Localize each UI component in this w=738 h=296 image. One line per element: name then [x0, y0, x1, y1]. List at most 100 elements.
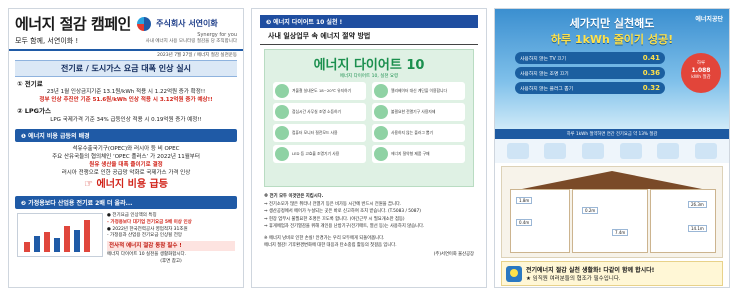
poster-title: 에너지 다이어트 10	[313, 58, 425, 73]
poster-item: 사용하지 않는 플러그 뽑기	[372, 124, 465, 142]
lpg-heading: ② LPG가스	[17, 107, 51, 116]
campaign-page-1: 에너지 절감 캠페인 모두 함께, 서연이화 ! 주식회사 서연이화 Syner…	[8, 8, 244, 288]
measure-tag: 0.4m	[516, 219, 533, 226]
poster-item: 엘리베이터 대신 계단을 이용합니다	[372, 82, 465, 100]
callout-line-2: ★ 임직원 여러분들의 협조가 필수입니다.	[526, 276, 621, 282]
background-line-1: 석유수출국기구(OPEC)와 러시아 등 비 OPEC	[72, 145, 180, 152]
footer-line-1: ※ 에너지 낭비로 인한 손실! 안경가는 우리 모두에게 되돌아옵니다.	[264, 235, 385, 241]
electric-line-2: 정부 인상 추진안 기준 51.6원/kWh 인상 적용 시 3.12억원 증가…	[39, 97, 213, 104]
measure-tag: 26.3m	[688, 201, 707, 208]
company-tagline-2: 사내 에너지 사용 모니터링 절감을 당 조직합니다	[145, 39, 237, 44]
industrial-band: ❷ 가정용보다 산업용 전기료 2배 더 올라...	[15, 196, 237, 210]
page1-header: 에너지 절감 캠페인 모두 함께, 서연이화 ! 주식회사 서연이화 Syner…	[9, 9, 243, 51]
section-title: 전기료 / 도시가스 요금 대폭 인상 실시	[15, 60, 237, 77]
note-1: ● 전기요금 인상액의 특징	[107, 213, 157, 219]
measure-tag: 7.4m	[612, 229, 629, 236]
led-icon	[275, 147, 289, 161]
savings-row: 사용하지 않는 TV 끄기 0.41	[515, 52, 665, 64]
measure-tag: 1.8m	[516, 197, 533, 204]
energy-diet-poster: 에너지 다이어트 10 에너지 다이어트 10, 실천 요령 겨울철 실내온도 …	[264, 49, 474, 187]
diet-badge: ❸ 에너지 다이어트 10 실천 !	[260, 15, 478, 28]
background-band: ❶ 에너지 비용 급등의 배경	[15, 128, 237, 142]
price-chart-image	[17, 213, 103, 258]
measure-tag: 0.2m	[582, 207, 599, 214]
chart-bar	[74, 230, 80, 253]
note-4: - 가정용과 산업용 전기요금 인상될 전망	[107, 233, 183, 239]
rule-item: ⇒ 휴게에업과 전기열감을 위해 개인용 난방기구(전기매트, 열선 등)는 사…	[264, 224, 425, 230]
plug-icon	[582, 143, 605, 159]
thermometer-icon	[275, 84, 289, 98]
poster-item: 에너지 절약형 제품 구매	[372, 145, 465, 163]
rule-item: ※ 전기 모두 이것만은 지킵시다.	[264, 194, 324, 199]
total-savings-bubble: 하루 1.088 kWh 절감	[681, 53, 721, 93]
monitor-icon	[275, 126, 289, 140]
headline-1: 세가지만 실천해도	[569, 17, 655, 30]
tip-icons	[495, 139, 729, 163]
agency-logo: 에너지공단	[695, 16, 723, 23]
rule-item: ⇒ 현장 업무시 불필요한 조명은 끄도록 합니다. (야간근무 시 필요개소만…	[264, 216, 405, 222]
bulb-icon	[544, 143, 567, 159]
campaign-page-2: ❸ 에너지 다이어트 10 실천 ! 사내 일상업무 속 에너지 절약 방법 에…	[251, 8, 487, 288]
poster-subtitle: 에너지 다이어트 10, 실천 요령	[339, 74, 399, 79]
stairs-icon	[374, 84, 388, 98]
rule-item: ⇒ 전기소모가 많은 취터나 전열기 등은 비가동 시간에 반드시 전원을 끕니…	[264, 201, 402, 207]
background-block: 석유수출국기구(OPEC)와 러시아 등 비 OPEC 주요 산유국들의 협의체…	[9, 144, 243, 194]
footer-line-2: 에너지 절감! 기후환경변화에 대한 대응과 탄소중립 활동의 첫걸음 입니다.	[264, 242, 397, 248]
company-logo-icon	[137, 16, 151, 31]
poster-item: 컴퓨터 모니터 절전모드 사용	[273, 124, 366, 142]
poster-item: 불필요한 전열기구 사용자제	[372, 103, 465, 121]
electric-block: ① 전기료 23년 1월 인상금지기준 13.1원/kWh 적용 시 1.22억…	[9, 78, 243, 127]
lightbulb-icon	[506, 265, 522, 282]
chart-bar	[34, 236, 40, 253]
poster-item-grid: 겨울철 실내온도 18~20℃ 유지하기 엘리베이터 대신 계단을 이용합니다 …	[269, 82, 469, 163]
participation-callout: 전사적 에너지 절감 동참 필수 !	[107, 241, 235, 252]
savings-rows: 사용하지 않는 TV 끄기 0.41 사용하지 않는 조명 끄기 0.36 사용하지…	[515, 52, 665, 94]
house-room	[650, 189, 716, 253]
chart-bar	[24, 242, 30, 253]
headline-2: 하루 1kWh 줄이기 성공!	[550, 33, 674, 46]
company-logo: 주식회사 서연이화 Synergy for you 사내 에너지 사용 모니터링…	[137, 13, 237, 44]
house-room	[572, 189, 648, 253]
house-illustration: 1.8m 0.4m 0.2m 7.4m 26.3m 14.1m	[501, 166, 723, 258]
poster-item: LED 등 고효율 조명기기 사용	[273, 145, 366, 163]
chart-bar	[54, 238, 60, 253]
chart-bar	[84, 220, 90, 253]
chart-bar	[44, 232, 50, 253]
page1-bottom: ● 전기요금 인상액의 특징 - 가정용보다 대기업 전기요금 5배 이상 인상…	[9, 211, 243, 268]
tv-icon	[506, 143, 529, 159]
background-line-2: 주요 산유국들의 협의체인 ‘OPEC 플러스’ 가 2022년 11월부터	[52, 153, 200, 160]
savings-row: 사용하지 않는 조명 끄기 0.36	[515, 67, 665, 79]
page2-subtitle: 사내 일상업무 속 에너지 절약 방법	[260, 28, 478, 45]
note-6: (후면 참고)	[160, 259, 182, 265]
background-line-3: 원유 생산을 대폭 줄이기로 결정	[89, 161, 163, 168]
lpg-line: LPG 국제가격 기준 34% 급등인상 적용 시 0.19억원 증가 예정!!	[50, 116, 202, 123]
savings-stripe: 하루 1kWh 절약하면 연간 전기요금 약 13% 절감	[495, 129, 729, 139]
light-icon	[275, 105, 289, 119]
callout-line-1: 전기에너지 절감 실천 생활화! 다같이 함께 합시다!	[526, 267, 655, 274]
page2-footer: ※ 에너지 낭비로 인한 손실! 안경가는 우리 모두에게 되돌아옵니다. 에너…	[252, 233, 486, 261]
heater-icon	[374, 105, 388, 119]
signature: (주)서연이화 울산공장	[433, 252, 474, 258]
poster-item: 겨울철 실내온도 18~20℃ 유지하기	[273, 82, 366, 100]
savings-row: 사용하지 않는 플러그 뽑기 0.32	[515, 82, 665, 94]
aircon-icon	[695, 143, 718, 159]
washer-icon	[657, 143, 680, 159]
product-icon	[374, 147, 388, 161]
poster-item: 점심시간 사무실 조명 소등하기	[273, 103, 366, 121]
fridge-icon	[619, 143, 642, 159]
rules-list: ※ 전기 모두 이것만은 지킵시다. ⇒ 전기소모가 많은 취터나 전열기 등은…	[252, 191, 486, 233]
page1-notes: ● 전기요금 인상액의 특징 - 가정용보다 대기업 전기요금 5배 이상 인상…	[107, 213, 235, 266]
electric-heading: ① 전기료	[17, 80, 43, 88]
company-name: 주식회사 서연이화	[156, 19, 218, 28]
measure-tag: 14.1m	[688, 225, 707, 232]
rule-item: ⇒ 생산공정에서 에어가 누설되는 곳은 바로 신고하여 조치 받습니다. (T…	[264, 209, 421, 215]
note-2: - 가정용보다 대기업 전기요금 5배 이상 인상	[107, 219, 192, 225]
date-line: 2023년 7월 27일 / 에너지 절감 실천운동	[157, 53, 237, 58]
kwh-poster: 에너지공단 세가지만 실천해도 하루 1kWh 줄이기 성공! 사용하지 않는 …	[495, 9, 729, 129]
background-line-4: 러시아 전쟁으로 인한 공급망 악화로 국제가스 가격 인상	[61, 169, 191, 176]
campaign-page-3: 에너지공단 세가지만 실천해도 하루 1kWh 줄이기 성공! 사용하지 않는 …	[494, 8, 730, 288]
plug-icon	[374, 126, 388, 140]
energy-cost-surge: ☞ 에너지 비용 급등	[84, 178, 168, 190]
chart-bar	[64, 226, 70, 253]
bottom-callout: 전기에너지 절감 실천 생활화! 다같이 함께 합시다! ★ 임직원 여러분들의…	[501, 261, 723, 286]
